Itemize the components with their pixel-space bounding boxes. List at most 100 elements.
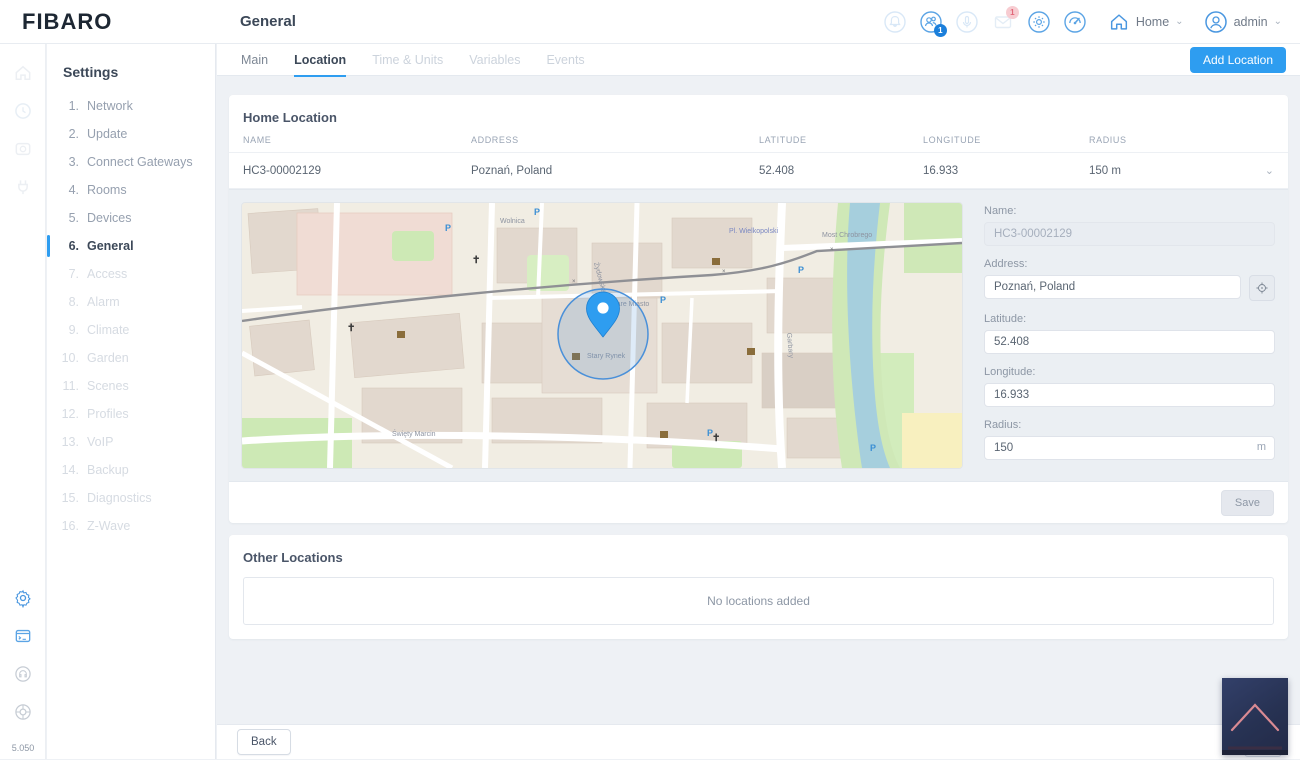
sidebar-item-update[interactable]: 2.Update	[47, 120, 215, 148]
sidebar-item-rooms[interactable]: 4.Rooms	[47, 176, 215, 204]
map-label-most-chrobrego: Most Chrobrego	[822, 232, 872, 239]
parking-icon: P	[534, 207, 540, 217]
add-location-button[interactable]: Add Location	[1190, 47, 1286, 73]
main-content: Main Location Time & Units Variables Eve…	[217, 44, 1300, 759]
camera-icon[interactable]	[12, 138, 34, 160]
plug-icon[interactable]	[12, 176, 34, 198]
parking-icon: P	[798, 265, 804, 275]
sidebar-item-diagnostics[interactable]: 15.Diagnostics	[47, 484, 215, 512]
cell-name: HC3-00002129	[243, 165, 471, 177]
map-label-pl-wielkopolski: Pl. Wielkopolski	[729, 228, 778, 235]
location-form: Name: Address: Latitude:	[962, 203, 1275, 468]
tab-time-units[interactable]: Time & Units	[372, 44, 443, 76]
sidebar-item-voip[interactable]: 13.VoIP	[47, 428, 215, 456]
home-location-card: Home Location NAME ADDRESS LATITUDE LONG…	[229, 95, 1288, 523]
empty-locations-box: No locations added	[243, 577, 1274, 625]
cell-latitude: 52.408	[759, 165, 923, 177]
lifebuoy-icon[interactable]	[12, 701, 34, 723]
settings-gear-icon[interactable]	[12, 587, 34, 609]
col-radius: RADIUS	[1089, 135, 1274, 145]
sidebar-item-garden[interactable]: 10.Garden	[47, 344, 215, 372]
sidebar-item-scenes[interactable]: 11.Scenes	[47, 372, 215, 400]
cell-longitude: 16.933	[923, 165, 1089, 177]
sidebar-item-devices[interactable]: 5.Devices	[47, 204, 215, 232]
save-row: Save	[229, 482, 1288, 523]
chevron-down-icon: ⌄	[1274, 16, 1282, 27]
name-field	[984, 222, 1275, 246]
sidebar-item-backup[interactable]: 14.Backup	[47, 456, 215, 484]
fibaro-logo: FIBARO	[0, 9, 216, 35]
address-field[interactable]	[984, 275, 1241, 299]
tab-main[interactable]: Main	[241, 44, 268, 76]
gauge-icon[interactable]	[1062, 9, 1088, 35]
table-header: NAME ADDRESS LATITUDE LONGITUDE RADIUS	[229, 135, 1288, 153]
home-location-title: Home Location	[229, 95, 1288, 135]
mail-badge: 1	[1006, 6, 1019, 19]
headset-icon[interactable]	[12, 663, 34, 685]
chevron-down-icon: ⌄	[1175, 16, 1183, 27]
user-menu[interactable]: admin ⌄	[1204, 10, 1282, 34]
map[interactable]: ××× ✝✝✝ P P P P P P	[242, 203, 962, 468]
tab-variables[interactable]: Variables	[469, 44, 520, 76]
parking-icon: P	[707, 428, 713, 438]
top-icon-cluster: 1 1 Home ⌄ admin ⌄	[882, 9, 1300, 35]
house-icon	[1108, 11, 1130, 33]
users-icon[interactable]: 1	[918, 9, 944, 35]
console-icon[interactable]	[12, 625, 34, 647]
latitude-field[interactable]	[984, 330, 1275, 354]
hc3-chevron-glyph	[1232, 705, 1278, 730]
sidebar-item-network[interactable]: 1.Network	[47, 92, 215, 120]
tab-location[interactable]: Location	[294, 44, 346, 76]
chevron-down-icon[interactable]: ⌄	[1265, 164, 1274, 177]
latitude-label: Latitude:	[984, 313, 1275, 325]
climate-sun-icon[interactable]	[1026, 9, 1052, 35]
microphone-icon[interactable]	[954, 9, 980, 35]
svg-text:×: ×	[830, 247, 834, 253]
sidebar-item-general[interactable]: 6.General	[47, 232, 215, 260]
alarm-bell-icon[interactable]	[882, 9, 908, 35]
tabs-bar: Main Location Time & Units Variables Eve…	[217, 44, 1300, 76]
table-row[interactable]: HC3-00002129 Poznań, Poland 52.408 16.93…	[229, 153, 1288, 189]
settings-sidebar: Settings 1.Network 2.Update 3.Connect Ga…	[47, 44, 216, 759]
location-pin-hole	[597, 302, 608, 313]
back-button[interactable]: Back	[237, 729, 291, 755]
svg-text:×: ×	[572, 279, 576, 285]
col-longitude: LONGITUDE	[923, 135, 1089, 145]
sidebar-item-profiles[interactable]: 12.Profiles	[47, 400, 215, 428]
col-address: ADDRESS	[471, 135, 759, 145]
col-latitude: LATITUDE	[759, 135, 923, 145]
col-name: NAME	[243, 135, 471, 145]
hc3-device-image	[1222, 678, 1288, 755]
sidebar-item-access[interactable]: 7.Access	[47, 260, 215, 288]
sidebar-item-connect-gateways[interactable]: 3.Connect Gateways	[47, 148, 215, 176]
sidebar-item-climate[interactable]: 9.Climate	[47, 316, 215, 344]
sidebar-item-alarm[interactable]: 8.Alarm	[47, 288, 215, 316]
longitude-field[interactable]	[984, 383, 1275, 407]
parking-icon: P	[870, 443, 876, 453]
home-selector[interactable]: Home ⌄	[1108, 11, 1184, 33]
address-label: Address:	[984, 258, 1275, 270]
radius-label: Radius:	[984, 419, 1275, 431]
svg-text:✝: ✝	[712, 433, 720, 444]
parking-icon: P	[660, 295, 666, 305]
tab-events[interactable]: Events	[546, 44, 584, 76]
sidebar-title: Settings	[47, 56, 215, 92]
locate-crosshair-button[interactable]	[1249, 275, 1275, 301]
map-label-swiety-marcin: Święty Marcin	[392, 429, 436, 438]
content-area: Home Location NAME ADDRESS LATITUDE LONG…	[217, 76, 1300, 724]
avatar-icon	[1204, 10, 1228, 34]
sidebar-item-zwave[interactable]: 16.Z-Wave	[47, 512, 215, 540]
other-locations-title: Other Locations	[229, 535, 1288, 577]
mail-icon[interactable]: 1	[990, 9, 1016, 35]
house-icon[interactable]	[12, 62, 34, 84]
user-menu-label: admin	[1234, 15, 1268, 29]
svg-text:✝: ✝	[347, 323, 355, 334]
name-label: Name:	[984, 205, 1275, 217]
home-selector-label: Home	[1136, 15, 1169, 29]
radius-field[interactable]	[984, 436, 1275, 460]
location-editor: ××× ✝✝✝ P P P P P P	[229, 189, 1288, 482]
clock-icon[interactable]	[12, 100, 34, 122]
icon-rail: 5.050	[0, 44, 46, 759]
save-button[interactable]: Save	[1221, 490, 1274, 516]
svg-text:×: ×	[722, 269, 726, 275]
